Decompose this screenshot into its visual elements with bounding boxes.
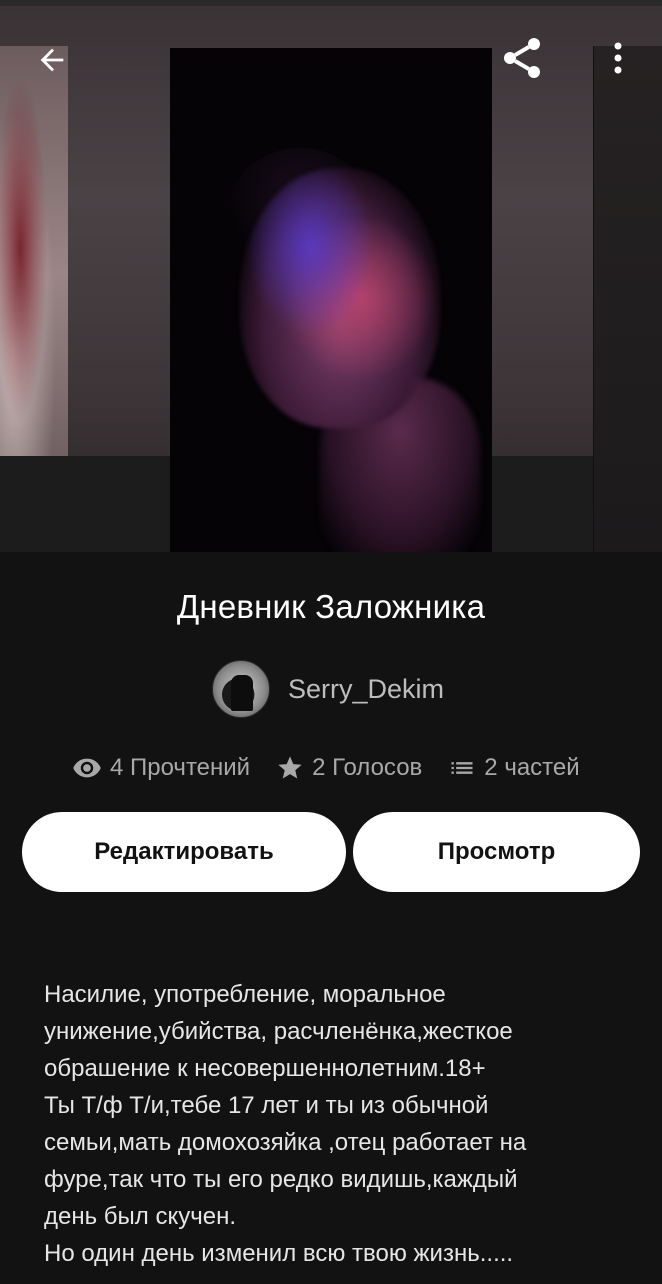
story-title: Дневник Заложника bbox=[176, 588, 486, 625]
author-row[interactable]: Serry_Dekim bbox=[212, 660, 444, 718]
reads-stat: 4 Прочтений bbox=[72, 753, 250, 783]
more-vertical-icon bbox=[614, 42, 622, 74]
edit-button[interactable]: Редактировать bbox=[22, 812, 346, 892]
votes-stat: 2 Голосов bbox=[276, 754, 422, 782]
story-stats: 4 Прочтений 2 Голосов 2 частей bbox=[72, 748, 580, 788]
list-icon bbox=[451, 762, 473, 774]
votes-count: 2 Голосов bbox=[312, 754, 423, 781]
back-arrow-icon bbox=[40, 48, 64, 72]
cover-right-preview[interactable] bbox=[593, 46, 662, 552]
star-icon bbox=[278, 756, 302, 779]
back-button[interactable] bbox=[30, 38, 74, 82]
reads-count: 4 Прочтений bbox=[110, 754, 251, 781]
author-avatar[interactable] bbox=[212, 660, 270, 718]
eye-icon bbox=[73, 758, 101, 778]
cover-image bbox=[170, 48, 492, 552]
share-icon bbox=[504, 38, 540, 78]
author-name[interactable]: Serry_Dekim bbox=[288, 674, 444, 705]
parts-count: 2 частей bbox=[484, 754, 580, 781]
cover-face-shape bbox=[240, 168, 440, 428]
more-options-button[interactable] bbox=[600, 36, 636, 80]
preview-button[interactable]: Просмотр bbox=[353, 812, 640, 892]
share-button[interactable] bbox=[496, 32, 548, 84]
cover-carousel[interactable] bbox=[0, 6, 662, 552]
story-description: Насилие, употребление, моральное унижени… bbox=[44, 981, 527, 1267]
parts-stat: 2 частей bbox=[448, 754, 580, 782]
